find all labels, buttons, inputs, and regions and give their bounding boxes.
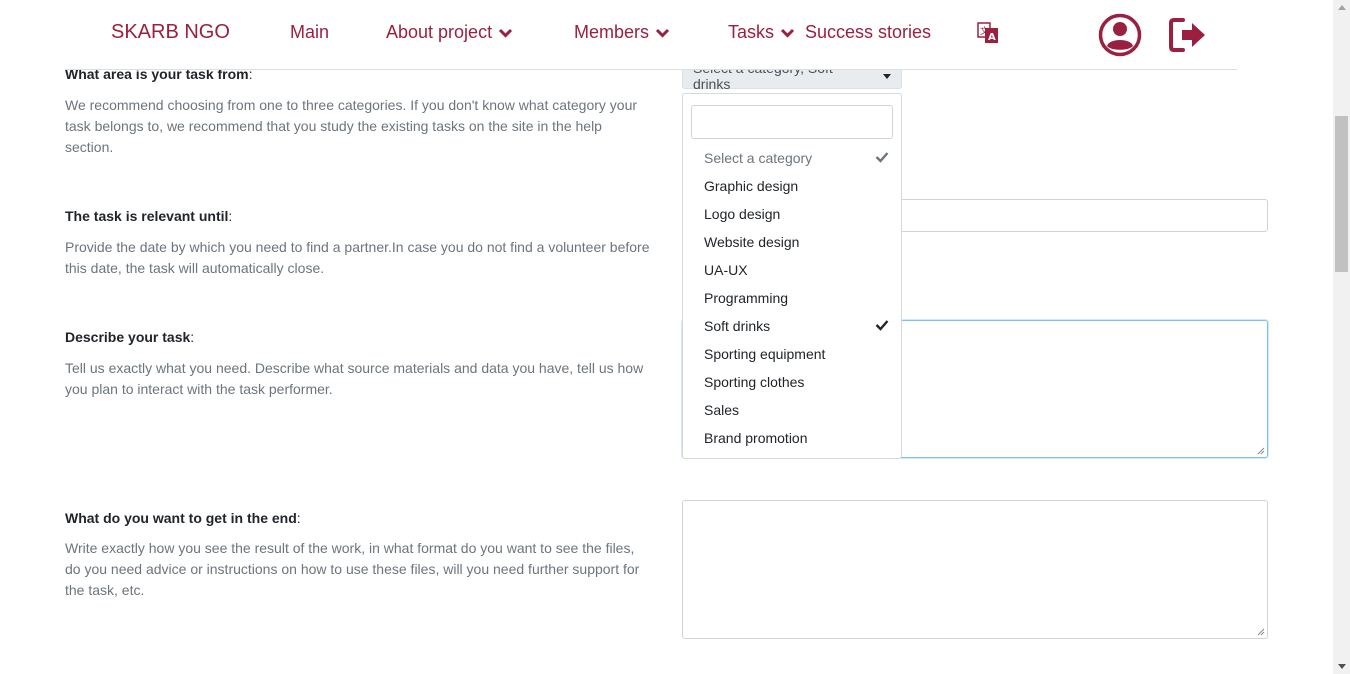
nav-success-stories[interactable]: Success stories — [805, 22, 931, 43]
chevron-down-icon — [780, 28, 795, 38]
category-dropdown-menu: Select a category Graphic design Logo de… — [682, 93, 902, 459]
category-option-label: Programming — [704, 290, 789, 306]
category-option-sporting-clothes[interactable]: Sporting clothes — [683, 368, 901, 396]
relevant-until-description: Provide the date by which you need to fi… — [65, 239, 650, 276]
describe-task-label: Describe your task — [65, 329, 191, 345]
nav-tasks[interactable]: Tasks — [728, 22, 795, 43]
result-question-title: What do you want to get in the end: — [65, 510, 301, 526]
category-option-programming[interactable]: Programming — [683, 284, 901, 312]
describe-task-description: Tell us exactly what you need. Describe … — [65, 360, 644, 397]
nav-about-project-label: About project — [386, 22, 493, 42]
category-option-brand-promotion[interactable]: Brand promotion — [683, 424, 901, 452]
nav-tasks-label: Tasks — [728, 22, 775, 42]
result-textarea[interactable] — [682, 500, 1268, 639]
caret-down-icon — [883, 73, 891, 79]
relevant-until-label: The task is relevant until — [65, 208, 229, 224]
svg-text:A: A — [988, 32, 996, 43]
page-scrollbar[interactable] — [1333, 0, 1350, 674]
category-option-sales[interactable]: Sales — [683, 396, 901, 424]
result-description: Write exactly how you see the result of … — [65, 540, 640, 598]
category-option-label: Logo design — [704, 206, 781, 222]
category-option-ua-ux[interactable]: UA-UX — [683, 256, 901, 284]
result-label: What do you want to get in the end — [65, 510, 297, 526]
category-option-label: UA-UX — [704, 262, 748, 278]
category-description: We recommend choosing from one to three … — [65, 97, 638, 155]
brand-link[interactable]: SKARB NGO — [111, 21, 230, 44]
relevant-until-question-title: The task is relevant until: — [65, 208, 232, 224]
nav-success-stories-label: Success stories — [805, 22, 932, 42]
nav-members[interactable]: Members — [574, 22, 670, 43]
describe-task-colon: : — [190, 329, 195, 345]
category-option-label: Select a category — [704, 150, 813, 166]
nav-about-project[interactable]: About project — [386, 22, 513, 43]
chevron-down-icon — [655, 28, 670, 38]
user-account-icon[interactable] — [1098, 13, 1142, 57]
scroll-up-arrow-icon[interactable] — [1338, 5, 1346, 10]
chevron-down-icon — [499, 28, 513, 38]
resize-handle-icon[interactable] — [1257, 447, 1265, 455]
check-icon — [875, 152, 889, 163]
category-option-label: Soft drinks — [704, 318, 771, 334]
scrollbar-thumb[interactable] — [1335, 116, 1348, 272]
nav-members-label: Members — [574, 22, 650, 42]
category-search-input[interactable] — [691, 105, 893, 139]
top-navbar: SKARB NGO Main About project Members Tas… — [0, 0, 1333, 70]
category-option-label: Sporting clothes — [704, 374, 805, 390]
category-option-placeholder[interactable]: Select a category — [683, 144, 901, 172]
nav-main[interactable]: Main — [290, 22, 329, 43]
category-option-label: Brand promotion — [704, 430, 808, 446]
describe-task-question-title: Describe your task: — [65, 329, 194, 345]
resize-handle-icon[interactable] — [1257, 628, 1265, 636]
result-colon: : — [296, 510, 301, 526]
nav-main-label: Main — [290, 22, 330, 42]
category-option-website-design[interactable]: Website design — [683, 228, 901, 256]
category-option-logo-design[interactable]: Logo design — [683, 200, 901, 228]
relevant-until-colon: : — [228, 208, 233, 224]
category-option-label: Website design — [704, 234, 800, 250]
category-option-label: Sales — [704, 402, 740, 418]
scroll-down-arrow-icon[interactable] — [1338, 664, 1346, 669]
navbar-divider — [65, 69, 1237, 70]
logout-icon[interactable] — [1168, 17, 1208, 53]
category-option-sporting-equipment[interactable]: Sporting equipment — [683, 340, 901, 368]
check-icon — [875, 320, 889, 331]
category-option-graphic-design[interactable]: Graphic design — [683, 172, 901, 200]
category-option-label: Graphic design — [704, 178, 799, 194]
category-option-soft-drinks[interactable]: Soft drinks — [683, 312, 901, 340]
category-option-label: Sporting equipment — [704, 346, 826, 362]
translate-icon[interactable]: 文 A — [977, 21, 999, 45]
